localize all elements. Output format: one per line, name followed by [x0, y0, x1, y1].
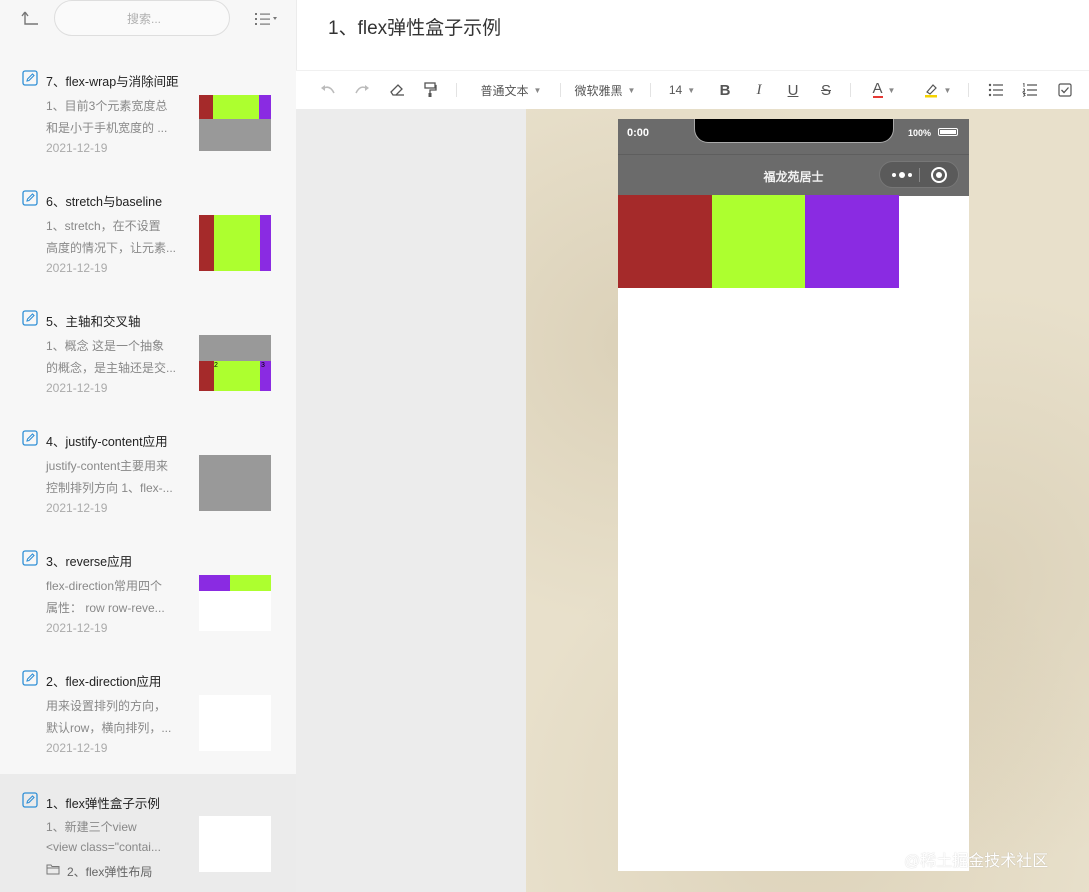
paragraph-style-select[interactable]: 普通文本 ▼	[472, 71, 550, 109]
note-item[interactable]: 3、reverse应用 flex-direction常用四个 属性： row r…	[0, 480, 296, 635]
checklist-button[interactable]	[1053, 71, 1077, 109]
phone-screenshot: 0:00 100% 福龙苑居士	[618, 119, 969, 871]
note-item[interactable]: 4、justify-content应用 justify-content主要用来 …	[0, 360, 296, 515]
flex-item-purple	[805, 195, 899, 288]
bullet-list-button[interactable]	[984, 71, 1008, 109]
caret-down-icon: ▼	[627, 85, 636, 95]
font-size-label: 14	[668, 83, 683, 97]
note-snippet: 默认row，横向排列，...	[46, 721, 172, 735]
note-thumbnail	[199, 695, 271, 751]
note-title: 5、主轴和交叉轴	[46, 315, 141, 329]
editor-margin	[296, 109, 526, 892]
battery-icon	[938, 128, 958, 136]
font-color-button[interactable]: A ▼	[866, 71, 902, 109]
note-item[interactable]: 7、flex-wrap与消除间距 1、目前3个元素宽度总 和是小于手机宽度的 .…	[0, 0, 296, 155]
note-snippet: flex-direction常用四个	[46, 579, 163, 593]
phone-status-bar: 0:00 100%	[618, 119, 969, 154]
note-snippet: 1、新建三个view	[46, 820, 137, 834]
highlight-color-button[interactable]: ▼	[918, 71, 956, 109]
format-painter-button[interactable]	[418, 71, 442, 109]
note-edit-icon	[22, 670, 38, 686]
paragraph-style-label: 普通文本	[480, 83, 529, 98]
capsule-divider	[919, 168, 920, 182]
bullet-list-icon	[988, 83, 1003, 97]
note-snippet: 1、概念 这是一个抽象	[46, 339, 165, 353]
note-edit-icon	[22, 430, 38, 446]
toolbar-separator	[560, 83, 561, 97]
phone-notch	[694, 119, 894, 143]
redo-button[interactable]	[350, 71, 374, 109]
flex-item-green	[711, 195, 805, 288]
note-title: 4、justify-content应用	[46, 435, 168, 449]
note-folder-label[interactable]: 2、flex弹性布局	[67, 863, 152, 880]
close-circle-icon[interactable]	[931, 167, 947, 183]
underline-button[interactable]: U	[782, 71, 804, 109]
checkbox-icon	[1058, 83, 1072, 97]
note-title: 1、flex弹性盒子示例	[46, 797, 160, 811]
note-item-active[interactable]: 1、flex弹性盒子示例 1、新建三个view <view class="con…	[0, 774, 296, 892]
note-snippet: <view class="contai...	[46, 840, 161, 854]
eraser-icon	[390, 84, 404, 96]
mini-program-navbar: 福龙苑居士	[618, 154, 969, 196]
note-snippet: 用来设置排列的方向，	[46, 699, 167, 713]
clear-format-button[interactable]	[386, 71, 410, 109]
note-title: 3、reverse应用	[46, 555, 133, 569]
flex-item-red	[618, 195, 712, 288]
font-size-select[interactable]: 14 ▼	[664, 71, 700, 109]
note-item[interactable]: 6、stretch与baseline 1、stretch，在不设置 高度的情况下…	[0, 120, 296, 275]
note-title: 6、stretch与baseline	[46, 195, 163, 209]
format-painter-icon	[424, 82, 437, 97]
font-family-select[interactable]: 微软雅黑 ▼	[570, 71, 640, 109]
highlighter-icon	[924, 84, 937, 98]
note-snippet: justify-content主要用来	[46, 459, 169, 473]
more-dots-icon[interactable]	[888, 162, 916, 187]
numbered-list-icon	[1022, 83, 1037, 97]
undo-button[interactable]	[316, 71, 340, 109]
flex-container	[618, 195, 899, 288]
caret-down-icon: ▼	[687, 85, 696, 95]
capsule-menu[interactable]	[879, 161, 959, 188]
strikethrough-button[interactable]: S	[815, 71, 837, 109]
note-item[interactable]: 5、主轴和交叉轴 1、概念 这是一个抽象 的概念，是主轴还是交... 2021-…	[0, 240, 296, 395]
folder-icon	[46, 864, 60, 875]
toolbar-separator	[968, 83, 969, 97]
bold-button[interactable]: B	[714, 71, 736, 109]
caret-down-icon: ▼	[887, 85, 896, 95]
note-title: 7、flex-wrap与消除间距	[46, 75, 179, 89]
toolbar-separator	[850, 83, 851, 97]
note-edit-icon	[22, 792, 38, 808]
note-snippet: 1、stretch，在不设置	[46, 219, 161, 233]
redo-icon	[355, 85, 369, 94]
note-date: 2021-12-19	[46, 741, 108, 755]
numbered-list-button[interactable]	[1018, 71, 1042, 109]
font-family-label: 微软雅黑	[574, 83, 623, 98]
note-thumbnail	[199, 816, 271, 872]
note-edit-icon	[22, 550, 38, 566]
toolbar-separator	[650, 83, 651, 97]
font-color-icon: A	[872, 80, 883, 98]
note-edit-icon	[22, 310, 38, 326]
document-title[interactable]: 1、flex弹性盒子示例	[328, 13, 501, 40]
undo-icon	[321, 85, 335, 94]
status-battery-text: 100%	[908, 128, 932, 138]
note-snippet: 1、目前3个元素宽度总	[46, 99, 168, 113]
caret-down-icon: ▼	[943, 85, 952, 95]
watermark: @稀土掘金技术社区	[904, 853, 1049, 870]
note-edit-icon	[22, 190, 38, 206]
caret-down-icon: ▼	[533, 85, 542, 95]
status-time: 0:00	[627, 127, 650, 139]
note-item[interactable]: 2、flex-direction应用 用来设置排列的方向， 默认row，横向排列…	[0, 600, 296, 755]
toolbar-separator	[456, 83, 457, 97]
editor-toolbar: 普通文本 ▼ 微软雅黑 ▼ 14 ▼ B I U S A ▼ ▼	[296, 70, 1089, 110]
note-title: 2、flex-direction应用	[46, 675, 162, 689]
italic-button[interactable]: I	[748, 71, 770, 109]
note-edit-icon	[22, 70, 38, 86]
